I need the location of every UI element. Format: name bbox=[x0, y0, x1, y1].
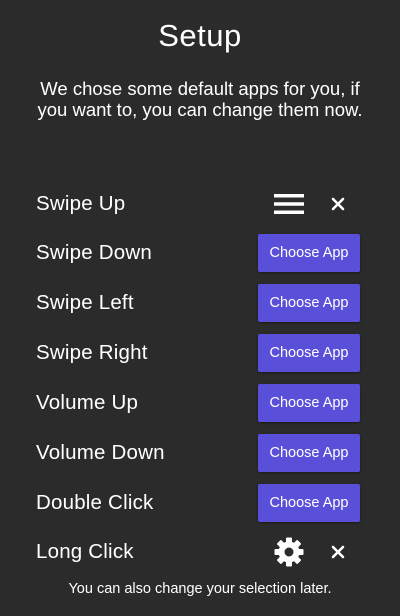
gesture-label: Volume Down bbox=[36, 441, 165, 464]
gesture-row-swipe-down: Swipe Down Choose App bbox=[0, 231, 400, 275]
gesture-row-volume-down: Volume Down Choose App bbox=[0, 431, 400, 475]
page-title: Setup bbox=[158, 18, 242, 53]
choose-app-button[interactable]: Choose App bbox=[258, 284, 360, 322]
gesture-label: Swipe Down bbox=[36, 241, 152, 264]
gesture-label: Swipe Left bbox=[36, 291, 134, 314]
gesture-row-swipe-up: Swipe Up bbox=[0, 182, 400, 226]
gesture-row-swipe-right: Swipe Right Choose App bbox=[0, 331, 400, 375]
close-icon[interactable] bbox=[330, 544, 346, 560]
choose-app-button[interactable]: Choose App bbox=[258, 384, 360, 422]
gesture-label: Double Click bbox=[36, 491, 154, 514]
setup-description: We chose some default apps for you, if y… bbox=[37, 78, 363, 120]
gesture-label: Volume Up bbox=[36, 391, 139, 414]
choose-app-button[interactable]: Choose App bbox=[258, 484, 360, 522]
close-icon[interactable] bbox=[330, 196, 346, 212]
gesture-row-volume-up: Volume Up Choose App bbox=[0, 381, 400, 425]
choose-app-button[interactable]: Choose App bbox=[258, 234, 360, 272]
settings-gear-icon[interactable] bbox=[273, 536, 305, 568]
gesture-row-swipe-left: Swipe Left Choose App bbox=[0, 281, 400, 325]
footer-note: You can also change your selection later… bbox=[68, 581, 332, 597]
choose-app-button[interactable]: Choose App bbox=[258, 334, 360, 372]
gesture-label: Swipe Up bbox=[36, 192, 126, 215]
gesture-label: Swipe Right bbox=[36, 341, 148, 364]
gesture-label: Long Click bbox=[36, 540, 134, 563]
choose-app-button[interactable]: Choose App bbox=[258, 434, 360, 472]
menu-icon[interactable] bbox=[273, 188, 305, 220]
gesture-row-double-click: Double Click Choose App bbox=[0, 481, 400, 525]
gesture-row-long-click: Long Click bbox=[0, 530, 400, 574]
